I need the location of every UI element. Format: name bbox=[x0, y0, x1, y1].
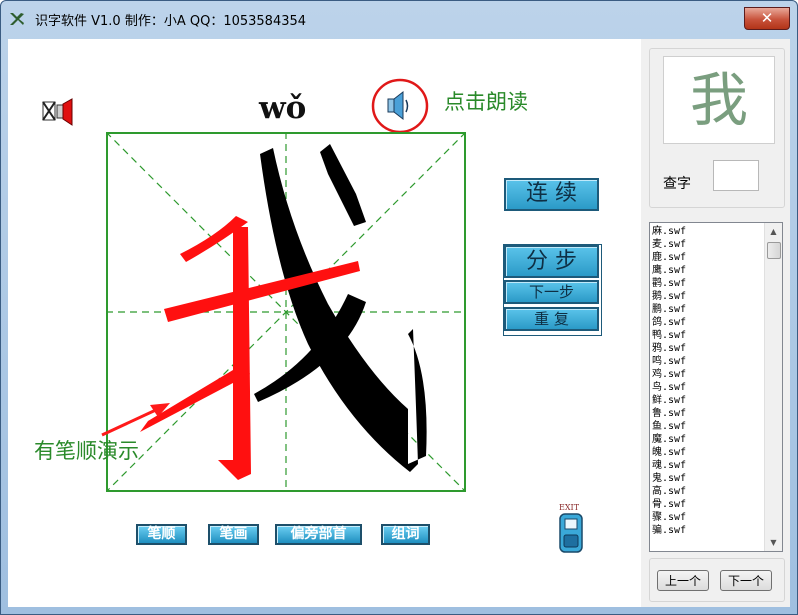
nav-group: 上一个 下一个 bbox=[649, 558, 785, 602]
prev-button[interactable]: 上一个 bbox=[657, 570, 709, 591]
next-step-button[interactable]: 下一步 bbox=[504, 280, 599, 304]
title-bar[interactable]: 识字软件 V1.0 制作：小A QQ：1053584354 ✕ bbox=[1, 1, 797, 33]
window-title: 识字软件 V1.0 制作：小A QQ：1053584354 bbox=[35, 14, 307, 29]
list-item[interactable]: 麻.swf bbox=[652, 225, 768, 238]
lookup-label: 查字 bbox=[663, 176, 691, 192]
list-item[interactable]: 鹿.swf bbox=[652, 251, 768, 264]
list-item[interactable]: 鹅.swf bbox=[652, 290, 768, 303]
bottom-button-words[interactable]: 组词 bbox=[381, 524, 430, 545]
stepwise-button[interactable]: 分 步 bbox=[504, 245, 599, 278]
arrow-icon bbox=[101, 403, 170, 437]
list-item[interactable]: 鱼.swf bbox=[652, 420, 768, 433]
stroke-demo-note: 有笔顺演示 bbox=[34, 439, 139, 463]
list-item[interactable]: 鲁.swf bbox=[652, 407, 768, 420]
bottom-button-strokes[interactable]: 笔画 bbox=[208, 524, 259, 545]
side-panel: 我 查字 麻.swf 麦.swf 鹿.swf 鹰.swf 鹳.swf 鹅.swf 鹏.swf… bbox=[641, 39, 790, 607]
next-button[interactable]: 下一个 bbox=[720, 570, 772, 591]
exit-label: EXIT bbox=[559, 503, 580, 512]
list-item[interactable]: 鸭.swf bbox=[652, 329, 768, 342]
list-item[interactable]: 骗.swf bbox=[652, 524, 768, 537]
scroll-up-icon[interactable]: ▲ bbox=[765, 223, 782, 240]
app-icon bbox=[10, 13, 24, 25]
speaker-icon bbox=[387, 90, 409, 121]
lookup-group: 我 查字 bbox=[649, 48, 785, 208]
list-item[interactable]: 鸦.swf bbox=[652, 342, 768, 355]
preview-character: 我 bbox=[689, 66, 748, 134]
sound-toggle-icon[interactable] bbox=[39, 96, 75, 128]
read-aloud-label: 点击朗读 bbox=[444, 90, 528, 114]
list-item[interactable]: 鹏.swf bbox=[652, 303, 768, 316]
speaker-button[interactable] bbox=[371, 78, 429, 134]
scroll-thumb[interactable] bbox=[767, 242, 781, 259]
list-item[interactable]: 鹳.swf bbox=[652, 277, 768, 290]
close-icon: ✕ bbox=[760, 9, 774, 27]
continuous-button[interactable]: 连 续 bbox=[504, 178, 599, 211]
main-area: wǒ 点击朗读 有笔顺演示 连 续 分 步 下一步 重 复 笔顺 笔画 偏旁部首… bbox=[8, 39, 790, 607]
app-window: 识字软件 V1.0 制作：小A QQ：1053584354 ✕ wǒ 点击朗读 bbox=[0, 0, 798, 615]
list-item[interactable]: 魄.swf bbox=[652, 446, 768, 459]
scroll-down-icon[interactable]: ▼ bbox=[765, 534, 782, 551]
list-item[interactable]: 鹰.swf bbox=[652, 264, 768, 277]
character-preview: 我 bbox=[663, 56, 775, 144]
list-item[interactable]: 魔.swf bbox=[652, 433, 768, 446]
list-item[interactable]: 鸣.swf bbox=[652, 355, 768, 368]
lookup-input[interactable] bbox=[713, 160, 759, 191]
bottom-button-radicals[interactable]: 偏旁部首 bbox=[275, 524, 362, 545]
list-item[interactable]: 骨.swf bbox=[652, 498, 768, 511]
list-item[interactable]: 鬼.swf bbox=[652, 472, 768, 485]
list-item[interactable]: 高.swf bbox=[652, 485, 768, 498]
list-item[interactable]: 麦.swf bbox=[652, 238, 768, 251]
list-item[interactable]: 鸡.swf bbox=[652, 368, 768, 381]
close-button[interactable]: ✕ bbox=[744, 7, 790, 30]
file-list[interactable]: 麻.swf 麦.swf 鹿.swf 鹰.swf 鹳.swf 鹅.swf 鹏.swf 鸽.swf… bbox=[649, 222, 783, 552]
list-item[interactable]: 骤.swf bbox=[652, 511, 768, 524]
completed-strokes bbox=[254, 144, 427, 472]
exit-icon[interactable] bbox=[559, 513, 583, 553]
list-item[interactable]: 鸟.swf bbox=[652, 381, 768, 394]
bottom-button-stroke-order[interactable]: 笔顺 bbox=[136, 524, 187, 545]
repeat-button[interactable]: 重 复 bbox=[504, 307, 599, 331]
list-item[interactable]: 鸽.swf bbox=[652, 316, 768, 329]
list-item[interactable]: 鲜.swf bbox=[652, 394, 768, 407]
list-item[interactable]: 魂.swf bbox=[652, 459, 768, 472]
pinyin-label: wǒ bbox=[259, 90, 307, 126]
file-list-items: 麻.swf 麦.swf 鹿.swf 鹰.swf 鹳.swf 鹅.swf 鹏.swf 鸽.swf… bbox=[652, 225, 768, 537]
file-list-scrollbar[interactable]: ▲ ▼ bbox=[764, 223, 782, 551]
